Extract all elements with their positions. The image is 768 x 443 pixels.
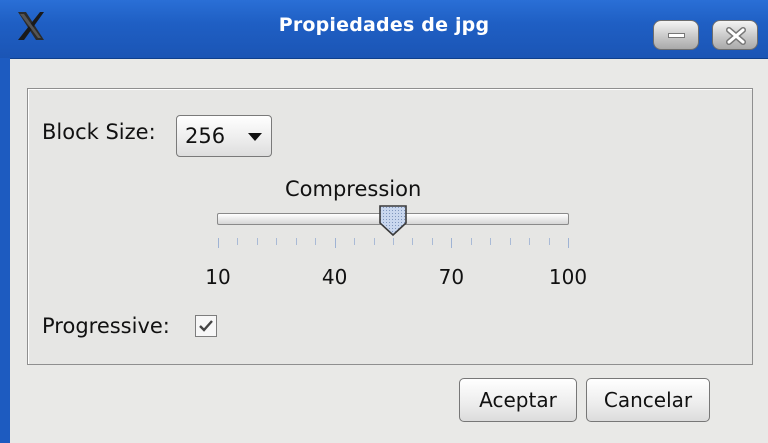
slider-tick <box>315 238 316 245</box>
cancel-button[interactable]: Cancelar <box>586 378 710 422</box>
compression-slider-thumb[interactable] <box>377 204 409 238</box>
progressive-label: Progressive: <box>42 314 170 338</box>
slider-tick <box>549 238 550 245</box>
slider-tick <box>296 238 297 245</box>
title-bar[interactable]: Propiedades de jpg <box>0 0 768 59</box>
slider-tick <box>237 238 238 245</box>
slider-tick <box>432 238 433 245</box>
close-icon <box>726 27 746 45</box>
minimize-icon <box>668 33 685 38</box>
slider-tick-label: 10 <box>205 265 231 289</box>
block-size-dropdown[interactable]: 256 <box>176 115 272 157</box>
slider-tick <box>471 238 472 245</box>
slider-tick <box>374 238 375 245</box>
block-size-value: 256 <box>185 124 226 148</box>
slider-tick-label: 70 <box>438 265 465 289</box>
slider-tick <box>257 238 258 245</box>
slider-tick <box>276 238 277 245</box>
slider-tick <box>451 238 452 248</box>
slider-tick <box>510 238 511 245</box>
block-size-label: Block Size: <box>42 120 156 144</box>
slider-tick-label: 40 <box>321 265 348 289</box>
slider-tick <box>568 238 569 248</box>
window-border <box>0 58 10 443</box>
progressive-checkbox[interactable] <box>195 315 217 337</box>
slider-tick <box>354 238 355 245</box>
slider-tick <box>490 238 491 245</box>
slider-tick <box>529 238 530 245</box>
slider-tick-label: 100 <box>548 265 588 289</box>
chevron-down-icon <box>248 133 262 141</box>
accept-button[interactable]: Aceptar <box>459 378 577 422</box>
close-button[interactable] <box>712 20 758 50</box>
slider-tick <box>218 238 219 248</box>
checkmark-icon <box>199 320 213 332</box>
minimize-button[interactable] <box>653 20 699 50</box>
slider-tick <box>412 238 413 245</box>
compression-label: Compression <box>285 177 422 201</box>
slider-tick <box>335 238 336 248</box>
slider-tick <box>393 238 394 245</box>
